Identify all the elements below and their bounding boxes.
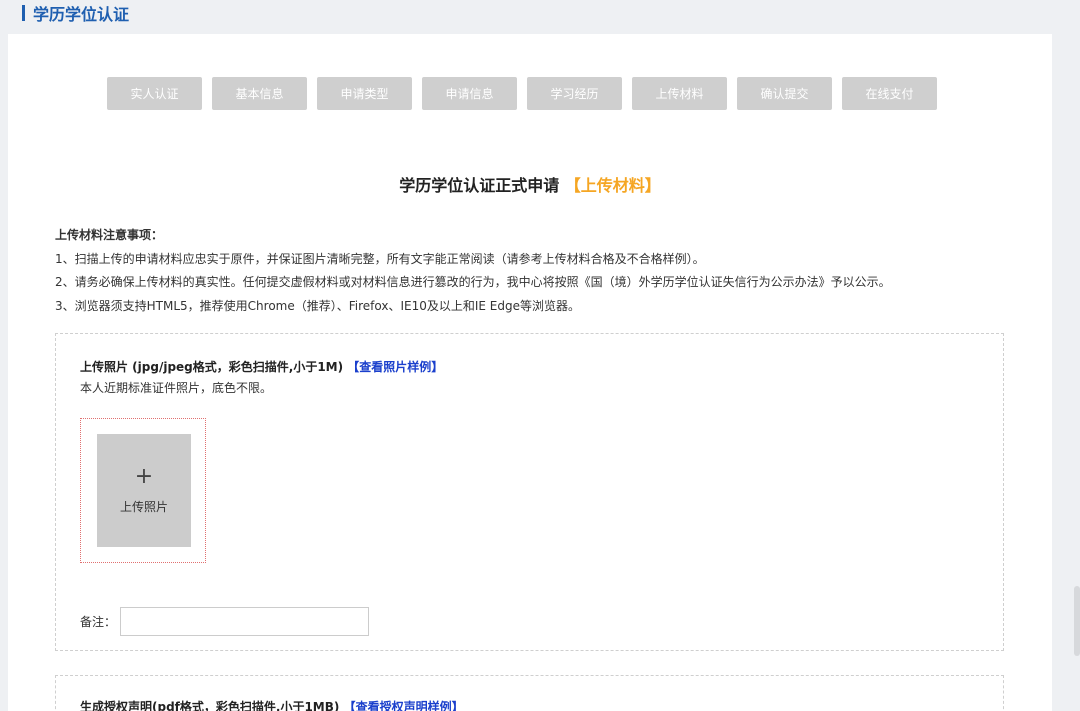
step-application-type[interactable]: 申请类型 (317, 77, 412, 110)
plus-icon: + (134, 464, 154, 489)
upload-photo-label: 上传照片 (119, 500, 168, 514)
application-title-text: 学历学位认证正式申请 (399, 176, 560, 195)
auth-section-title-text: 生成授权声明(pdf格式，彩色扫描件,小于1MB) (80, 700, 340, 711)
upload-photo-button[interactable]: + 上传照片 (97, 434, 191, 547)
scrollbar-thumb[interactable] (1074, 586, 1080, 656)
page-header: 学历学位认证 (22, 2, 129, 24)
authorization-section: 生成授权声明(pdf格式，彩色扫描件,小于1MB) 【查看授权声明样例】 (55, 675, 1004, 711)
upload-notes: 上传材料注意事项： 1、扫描上传的申请材料应忠实于原件，并保证图片清晰完整，所有… (55, 224, 891, 318)
remark-input[interactable] (120, 607, 370, 636)
note-item-2: 2、请务必确保上传材料的真实性。任何提交虚假材料或对材料信息进行篡改的行为，我中… (55, 275, 891, 289)
application-title: 学历学位认证正式申请 【上传材料】 (8, 172, 1052, 196)
step-upload-materials[interactable]: 上传材料 (632, 77, 727, 110)
note-item-3: 3、浏览器须支持HTML5，推荐使用Chrome（推荐）、Firefox、IE1… (55, 298, 580, 313)
step-application-info[interactable]: 申请信息 (422, 77, 517, 110)
step-confirm-submit[interactable]: 确认提交 (737, 77, 832, 110)
photo-section-desc: 本人近期标准证件照片，底色不限。 (80, 381, 273, 395)
step-online-payment[interactable]: 在线支付 (842, 77, 937, 110)
notes-heading: 上传材料注意事项： (55, 228, 164, 242)
note-item-1: 1、扫描上传的申请材料应忠实于原件，并保证图片清晰完整，所有文字能正常阅读（请参… (55, 251, 705, 266)
photo-section-title-text: 上传照片 (jpg/jpeg格式，彩色扫描件,小于1M) (80, 360, 344, 374)
remark-label: 备注： (80, 615, 117, 629)
photo-upload-section: 上传照片 (jpg/jpeg格式，彩色扫描件,小于1M) 【查看照片样例】 本人… (55, 333, 1004, 651)
main-panel: 实人认证 基本信息 申请类型 申请信息 学习经历 上传材料 确认提交 在线支付 … (8, 34, 1052, 711)
auth-section-title: 生成授权声明(pdf格式，彩色扫描件,小于1MB) 【查看授权声明样例】 (80, 698, 464, 711)
view-auth-sample-link[interactable]: 【查看授权声明样例】 (344, 700, 464, 711)
view-photo-sample-link[interactable]: 【查看照片样例】 (347, 360, 443, 374)
step-basic-info[interactable]: 基本信息 (212, 77, 307, 110)
photo-upload-frame: + 上传照片 (80, 418, 206, 563)
photo-section-title: 上传照片 (jpg/jpeg格式，彩色扫描件,小于1M) 【查看照片样例】 (80, 358, 443, 375)
header-accent-bar (22, 5, 25, 21)
page-title: 学历学位认证 (33, 5, 130, 24)
step-study-history[interactable]: 学习经历 (527, 77, 622, 110)
remark-row: 备注： (80, 607, 370, 636)
current-step-highlight: 【上传材料】 (564, 176, 661, 195)
step-navigation: 实人认证 基本信息 申请类型 申请信息 学习经历 上传材料 确认提交 在线支付 (107, 77, 947, 110)
step-real-person-auth[interactable]: 实人认证 (107, 77, 202, 110)
